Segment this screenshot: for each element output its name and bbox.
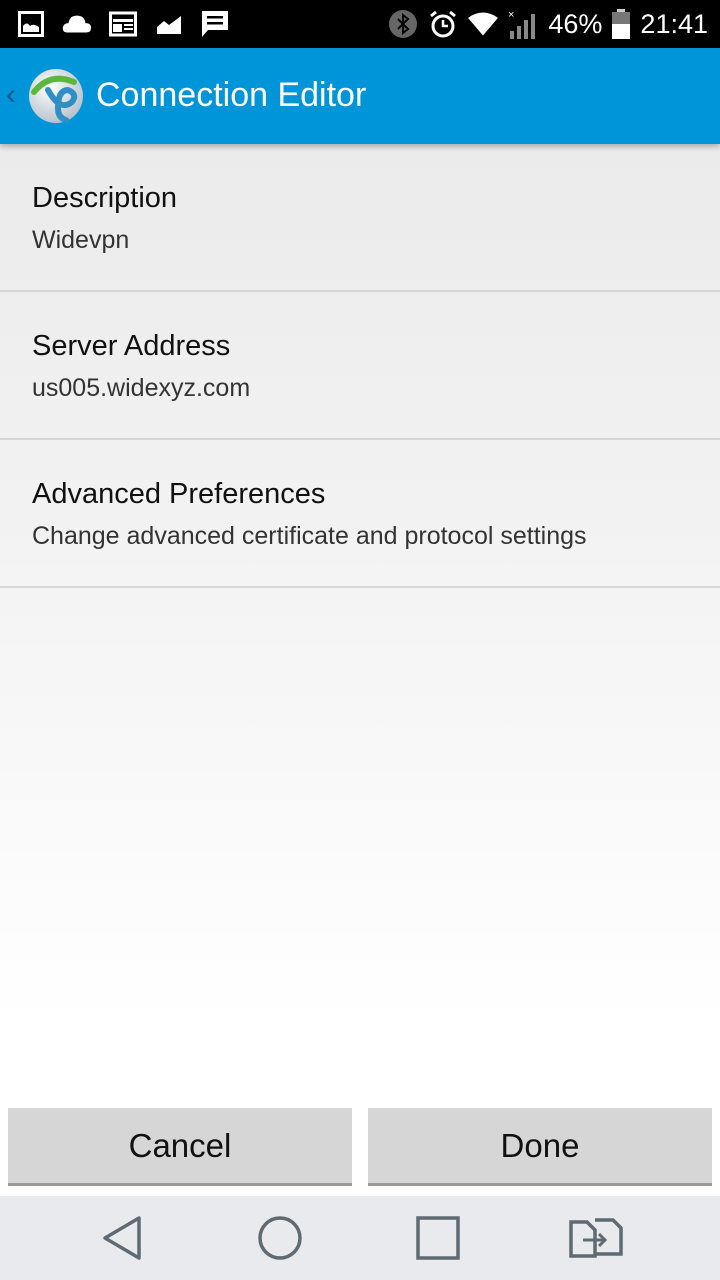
back-icon[interactable] [94,1210,150,1266]
pref-server-address[interactable]: Server Address us005.widexyz.com [0,292,720,440]
switch-sim-icon[interactable] [568,1210,624,1266]
pref-title: Description [32,182,178,214]
alarm-icon [428,10,458,38]
wifi-icon [468,10,499,38]
page-title: Connection Editor [96,76,367,114]
pref-advanced-preferences[interactable]: Advanced Preferences Change advanced cer… [0,440,720,588]
pref-title: Server Address [32,330,231,362]
home-icon[interactable] [252,1210,308,1266]
svg-text:×: × [508,9,514,21]
navigation-bar [0,1196,720,1280]
back-chevron-icon[interactable]: ‹ [6,78,16,112]
cancel-button[interactable]: Cancel [8,1108,352,1186]
preference-list: Description Widevpn Server Address us005… [0,144,720,588]
battery-icon [612,9,631,39]
pref-value: us005.widexyz.com [32,374,251,402]
cloud-icon [62,10,92,38]
recents-icon[interactable] [410,1210,466,1266]
status-bar: × 46% 21:41 [0,0,720,48]
message-icon [200,10,230,38]
done-button[interactable]: Done [368,1108,712,1186]
pref-value: Widevpn [32,226,130,254]
app-logo-icon[interactable] [28,68,84,124]
app-bar: ‹ Connection Editor [0,48,720,144]
news-icon [108,10,138,38]
signal-icon: × [508,9,538,39]
pref-title: Advanced Preferences [32,478,326,510]
clock: 21:41 [640,8,708,39]
chart-icon [154,10,184,38]
bluetooth-icon [388,10,418,38]
pref-summary: Change advanced certificate and protocol… [32,522,587,550]
battery-percent: 46% [548,8,603,39]
pref-description[interactable]: Description Widevpn [0,144,720,292]
gallery-icon [16,10,46,38]
